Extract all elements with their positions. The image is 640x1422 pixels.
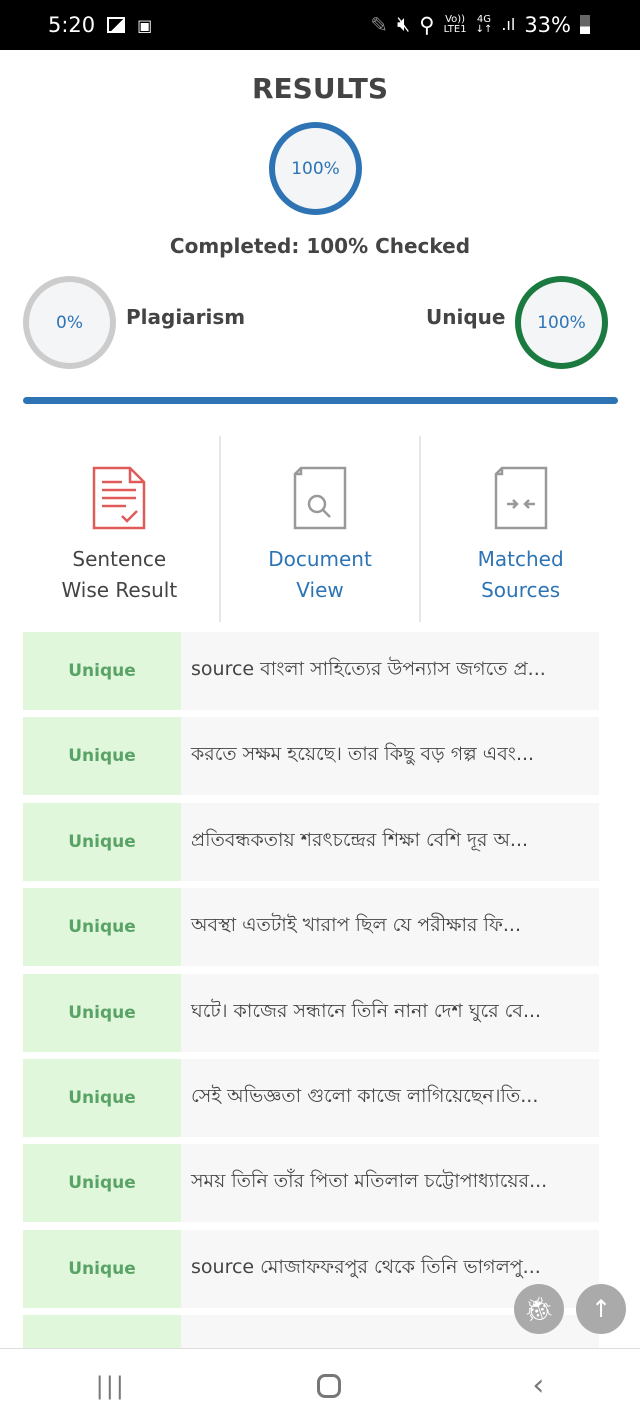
result-tabs: Sentence Wise Result Document View Match… bbox=[20, 436, 620, 622]
battery-icon bbox=[580, 15, 590, 34]
android-icon: ▣ bbox=[137, 15, 153, 35]
system-nav-bar: ||| ‹ bbox=[0, 1348, 640, 1422]
sentence-text: প্রতিবন্ধকতায় শরৎচন্দ্রের শিক্ষা বেশি দ… bbox=[181, 802, 599, 881]
status-badge: Unique bbox=[23, 632, 181, 710]
scroll-top-button[interactable]: ↑ bbox=[576, 1284, 626, 1334]
sentence-row[interactable]: Unique করতে সক্ষম হয়েছে। তার কিছু বড় গল… bbox=[23, 717, 599, 796]
sentence-text: অবস্থা এতটাই খারাপ ছিল যে পরীক্ষার ফি... bbox=[181, 888, 599, 967]
tab-document-view[interactable]: Document View bbox=[221, 436, 422, 622]
status-badge: Unique bbox=[23, 888, 181, 967]
mute-icon: 🔇︎ bbox=[396, 12, 411, 36]
clock: 5:20 bbox=[48, 13, 96, 37]
overall-progress-ring: 100% bbox=[269, 122, 362, 215]
plagiarism-label: Plagiarism bbox=[126, 305, 246, 329]
document-check-icon bbox=[93, 466, 146, 530]
page-title: RESULTS bbox=[251, 72, 389, 105]
bug-icon: 🐞︎ bbox=[523, 1295, 555, 1323]
status-badge: Unique bbox=[23, 1058, 181, 1137]
sentence-row[interactable]: Unique source মোজাফফরপুর থেকে তিনি ভাগলপু… bbox=[23, 1229, 599, 1308]
document-search-icon bbox=[293, 466, 347, 530]
sentence-text: সেই অভিজ্ঞতা গুলো কাজে লাগিয়েছেন।তি... bbox=[181, 1058, 599, 1137]
tab-label: Sentence bbox=[72, 547, 167, 571]
tab-sentence-wise-result[interactable]: Sentence Wise Result bbox=[20, 436, 221, 622]
sentence-row[interactable]: Unique অবস্থা এতটাই খারাপ ছিল যে পরীক্ষার… bbox=[23, 888, 599, 967]
home-button[interactable] bbox=[317, 1373, 342, 1398]
progress-bar bbox=[23, 397, 618, 404]
sentence-row[interactable]: Unique source বাংলা সাহিত্যের উপন্যাস জগত… bbox=[23, 632, 599, 710]
unique-label: Unique bbox=[426, 305, 506, 329]
sentence-list: Unique source বাংলা সাহিত্যের উপন্যাস জগত… bbox=[23, 632, 599, 1401]
completed-status: Completed: 100% Checked bbox=[169, 234, 471, 258]
sentence-text: ঘটে। কাজের সন্ধানে তিনি নানা দেশ ঘুরে বে… bbox=[181, 973, 599, 1052]
sentence-row[interactable]: Unique সময় তিনি তাঁর পিতা মতিলাল চট্টোপা… bbox=[23, 1144, 599, 1223]
status-badge: Unique bbox=[23, 1229, 181, 1308]
status-badge: Unique bbox=[23, 717, 181, 796]
back-button[interactable]: ‹ bbox=[532, 1368, 544, 1403]
sentence-text: করতে সক্ষম হয়েছে। তার কিছু বড় গল্প এবং… bbox=[181, 717, 599, 796]
tab-label: View bbox=[296, 578, 344, 602]
sentence-row[interactable]: Unique ঘটে। কাজের সন্ধানে তিনি নানা দেশ ঘ… bbox=[23, 973, 599, 1052]
plagiarism-ring: 0% bbox=[23, 276, 116, 369]
sentence-text: source বাংলা সাহিত্যের উপন্যাস জগতে প্র.… bbox=[181, 632, 599, 710]
arrow-up-icon: ↑ bbox=[590, 1295, 612, 1323]
location-icon: ⚲ bbox=[419, 12, 435, 37]
plagiarism-value: 0% bbox=[56, 312, 83, 333]
unique-ring: 100% bbox=[515, 276, 608, 369]
status-badge: Unique bbox=[23, 802, 181, 881]
status-badge: Unique bbox=[23, 1144, 181, 1223]
network-type: 4G ↓↑ bbox=[475, 13, 493, 35]
volte-indicator: Vo)) LTE1 bbox=[443, 13, 467, 35]
pencil-icon: ✎ bbox=[370, 12, 388, 37]
gallery-icon bbox=[107, 17, 126, 33]
tab-label: Wise Result bbox=[61, 578, 178, 602]
tab-label: Document bbox=[268, 547, 372, 571]
tab-label: Sources bbox=[481, 578, 561, 602]
report-bug-button[interactable]: 🐞︎ bbox=[514, 1284, 564, 1334]
status-bar: 5:20 ▣ ✎ 🔇︎ ⚲ Vo)) LTE1 4G ↓↑ .ıl 33% bbox=[0, 0, 640, 50]
status-badge: Unique bbox=[23, 973, 181, 1052]
tab-matched-sources[interactable]: Matched Sources bbox=[421, 436, 620, 622]
recent-apps-button[interactable]: ||| bbox=[96, 1372, 126, 1400]
sentence-row[interactable]: Unique সেই অভিজ্ঞতা গুলো কাজে লাগিয়েছেন।… bbox=[23, 1058, 599, 1137]
sentence-text: সময় তিনি তাঁর পিতা মতিলাল চট্টোপাধ্যায়… bbox=[181, 1144, 599, 1223]
battery-percent: 33% bbox=[524, 12, 571, 37]
overall-percent: 100% bbox=[291, 158, 340, 179]
document-compare-icon bbox=[494, 466, 547, 530]
tab-label: Matched bbox=[477, 547, 564, 571]
unique-value: 100% bbox=[537, 312, 586, 333]
signal-icon: .ıl bbox=[501, 15, 516, 34]
sentence-row[interactable]: Unique প্রতিবন্ধকতায় শরৎচন্দ্রের শিক্ষা … bbox=[23, 802, 599, 881]
